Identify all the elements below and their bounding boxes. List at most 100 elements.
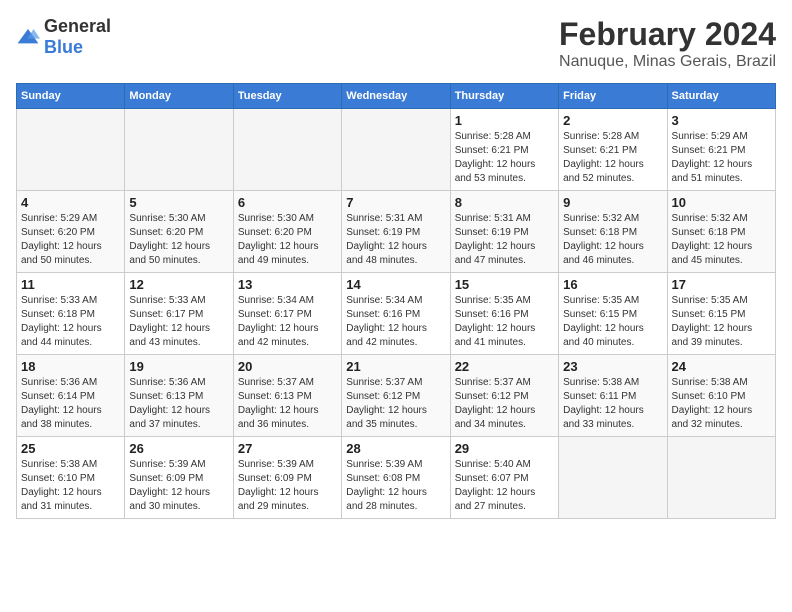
logo-text: General Blue xyxy=(44,16,111,58)
day-number: 15 xyxy=(455,277,554,292)
day-info: Sunrise: 5:39 AM Sunset: 6:09 PM Dayligh… xyxy=(129,458,228,514)
day-info: Sunrise: 5:29 AM Sunset: 6:20 PM Dayligh… xyxy=(21,212,120,268)
day-number: 18 xyxy=(21,359,120,374)
calendar-cell: 11 Sunrise: 5:33 AM Sunset: 6:18 PM Dayli… xyxy=(17,273,125,355)
day-info: Sunrise: 5:30 AM Sunset: 6:20 PM Dayligh… xyxy=(238,212,337,268)
header: General Blue February 2024 Nanuque, Mina… xyxy=(16,16,776,71)
calendar-cell: 17 Sunrise: 5:35 AM Sunset: 6:15 PM Dayli… xyxy=(667,273,775,355)
day-info: Sunrise: 5:34 AM Sunset: 6:17 PM Dayligh… xyxy=(238,294,337,350)
subtitle: Nanuque, Minas Gerais, Brazil xyxy=(559,53,776,71)
title-area: February 2024 Nanuque, Minas Gerais, Bra… xyxy=(559,16,776,71)
day-number: 12 xyxy=(129,277,228,292)
day-info: Sunrise: 5:31 AM Sunset: 6:19 PM Dayligh… xyxy=(346,212,445,268)
calendar-cell: 14Sunrise: 5:34 AM Sunset: 6:16 PM Dayli… xyxy=(342,273,450,355)
calendar-cell: 23Sunrise: 5:38 AM Sunset: 6:11 PM Dayli… xyxy=(559,355,667,437)
calendar-cell: 6 Sunrise: 5:30 AM Sunset: 6:20 PM Daylig… xyxy=(233,191,341,273)
logo-blue: Blue xyxy=(44,37,83,57)
calendar-cell: 10 Sunrise: 5:32 AM Sunset: 6:18 PM Dayli… xyxy=(667,191,775,273)
day-number: 11 xyxy=(21,277,120,292)
day-number: 13 xyxy=(238,277,337,292)
calendar-cell xyxy=(559,437,667,519)
logo-general: General xyxy=(44,16,111,36)
day-info: Sunrise: 5:39 AM Sunset: 6:09 PM Dayligh… xyxy=(238,458,337,514)
day-header-wednesday: Wednesday xyxy=(342,84,450,109)
day-info: Sunrise: 5:34 AM Sunset: 6:16 PM Dayligh… xyxy=(346,294,445,350)
day-number: 20 xyxy=(238,359,337,374)
day-number: 24 xyxy=(672,359,771,374)
day-info: Sunrise: 5:38 AM Sunset: 6:10 PM Dayligh… xyxy=(21,458,120,514)
day-info: Sunrise: 5:33 AM Sunset: 6:18 PM Dayligh… xyxy=(21,294,120,350)
day-number: 9 xyxy=(563,195,662,210)
calendar-cell: 25Sunrise: 5:38 AM Sunset: 6:10 PM Dayli… xyxy=(17,437,125,519)
calendar-cell: 15 Sunrise: 5:35 AM Sunset: 6:16 PM Dayli… xyxy=(450,273,558,355)
day-number: 22 xyxy=(455,359,554,374)
day-header-sunday: Sunday xyxy=(17,84,125,109)
day-number: 6 xyxy=(238,195,337,210)
calendar-cell: 1Sunrise: 5:28 AM Sunset: 6:21 PM Daylig… xyxy=(450,109,558,191)
calendar-cell: 16Sunrise: 5:35 AM Sunset: 6:15 PM Dayli… xyxy=(559,273,667,355)
calendar-cell: 9 Sunrise: 5:32 AM Sunset: 6:18 PM Daylig… xyxy=(559,191,667,273)
day-number: 8 xyxy=(455,195,554,210)
day-number: 10 xyxy=(672,195,771,210)
calendar-cell: 28Sunrise: 5:39 AM Sunset: 6:08 PM Dayli… xyxy=(342,437,450,519)
day-header-thursday: Thursday xyxy=(450,84,558,109)
calendar-cell: 4Sunrise: 5:29 AM Sunset: 6:20 PM Daylig… xyxy=(17,191,125,273)
day-info: Sunrise: 5:32 AM Sunset: 6:18 PM Dayligh… xyxy=(563,212,662,268)
day-info: Sunrise: 5:33 AM Sunset: 6:17 PM Dayligh… xyxy=(129,294,228,350)
day-info: Sunrise: 5:31 AM Sunset: 6:19 PM Dayligh… xyxy=(455,212,554,268)
calendar-cell: 29 Sunrise: 5:40 AM Sunset: 6:07 PM Dayli… xyxy=(450,437,558,519)
day-number: 16 xyxy=(563,277,662,292)
calendar-week-2: 4Sunrise: 5:29 AM Sunset: 6:20 PM Daylig… xyxy=(17,191,776,273)
calendar-cell: 26 Sunrise: 5:39 AM Sunset: 6:09 PM Dayli… xyxy=(125,437,233,519)
days-header-row: SundayMondayTuesdayWednesdayThursdayFrid… xyxy=(17,84,776,109)
day-number: 7 xyxy=(346,195,445,210)
calendar-week-5: 25Sunrise: 5:38 AM Sunset: 6:10 PM Dayli… xyxy=(17,437,776,519)
day-number: 19 xyxy=(129,359,228,374)
calendar-cell: 27 Sunrise: 5:39 AM Sunset: 6:09 PM Dayli… xyxy=(233,437,341,519)
calendar-cell xyxy=(233,109,341,191)
calendar-cell: 3 Sunrise: 5:29 AM Sunset: 6:21 PM Daylig… xyxy=(667,109,775,191)
calendar-table: SundayMondayTuesdayWednesdayThursdayFrid… xyxy=(16,83,776,519)
calendar-cell: 5Sunrise: 5:30 AM Sunset: 6:20 PM Daylig… xyxy=(125,191,233,273)
day-info: Sunrise: 5:39 AM Sunset: 6:08 PM Dayligh… xyxy=(346,458,445,514)
calendar-cell: 18 Sunrise: 5:36 AM Sunset: 6:14 PM Dayli… xyxy=(17,355,125,437)
day-header-saturday: Saturday xyxy=(667,84,775,109)
calendar-cell: 8 Sunrise: 5:31 AM Sunset: 6:19 PM Daylig… xyxy=(450,191,558,273)
calendar-cell xyxy=(342,109,450,191)
day-info: Sunrise: 5:29 AM Sunset: 6:21 PM Dayligh… xyxy=(672,130,771,186)
calendar-week-4: 18 Sunrise: 5:36 AM Sunset: 6:14 PM Dayli… xyxy=(17,355,776,437)
day-header-tuesday: Tuesday xyxy=(233,84,341,109)
logo-icon xyxy=(16,27,40,47)
calendar-week-1: 1Sunrise: 5:28 AM Sunset: 6:21 PM Daylig… xyxy=(17,109,776,191)
day-info: Sunrise: 5:36 AM Sunset: 6:13 PM Dayligh… xyxy=(129,376,228,432)
day-header-friday: Friday xyxy=(559,84,667,109)
day-number: 2 xyxy=(563,113,662,128)
main-title: February 2024 xyxy=(559,16,776,53)
day-info: Sunrise: 5:38 AM Sunset: 6:11 PM Dayligh… xyxy=(563,376,662,432)
day-header-monday: Monday xyxy=(125,84,233,109)
day-number: 21 xyxy=(346,359,445,374)
calendar-cell: 13 Sunrise: 5:34 AM Sunset: 6:17 PM Dayli… xyxy=(233,273,341,355)
day-info: Sunrise: 5:40 AM Sunset: 6:07 PM Dayligh… xyxy=(455,458,554,514)
calendar-cell xyxy=(17,109,125,191)
day-number: 29 xyxy=(455,441,554,456)
day-info: Sunrise: 5:35 AM Sunset: 6:16 PM Dayligh… xyxy=(455,294,554,350)
day-info: Sunrise: 5:36 AM Sunset: 6:14 PM Dayligh… xyxy=(21,376,120,432)
day-info: Sunrise: 5:32 AM Sunset: 6:18 PM Dayligh… xyxy=(672,212,771,268)
calendar-cell: 12 Sunrise: 5:33 AM Sunset: 6:17 PM Dayli… xyxy=(125,273,233,355)
calendar-cell: 24Sunrise: 5:38 AM Sunset: 6:10 PM Dayli… xyxy=(667,355,775,437)
calendar-cell: 21Sunrise: 5:37 AM Sunset: 6:12 PM Dayli… xyxy=(342,355,450,437)
calendar-cell: 22Sunrise: 5:37 AM Sunset: 6:12 PM Dayli… xyxy=(450,355,558,437)
day-number: 17 xyxy=(672,277,771,292)
day-info: Sunrise: 5:37 AM Sunset: 6:13 PM Dayligh… xyxy=(238,376,337,432)
day-number: 27 xyxy=(238,441,337,456)
day-number: 26 xyxy=(129,441,228,456)
calendar-cell: 2Sunrise: 5:28 AM Sunset: 6:21 PM Daylig… xyxy=(559,109,667,191)
calendar-cell xyxy=(125,109,233,191)
day-info: Sunrise: 5:35 AM Sunset: 6:15 PM Dayligh… xyxy=(672,294,771,350)
calendar-cell xyxy=(667,437,775,519)
logo: General Blue xyxy=(16,16,111,58)
day-number: 3 xyxy=(672,113,771,128)
calendar-week-3: 11 Sunrise: 5:33 AM Sunset: 6:18 PM Dayli… xyxy=(17,273,776,355)
calendar-cell: 20 Sunrise: 5:37 AM Sunset: 6:13 PM Dayli… xyxy=(233,355,341,437)
